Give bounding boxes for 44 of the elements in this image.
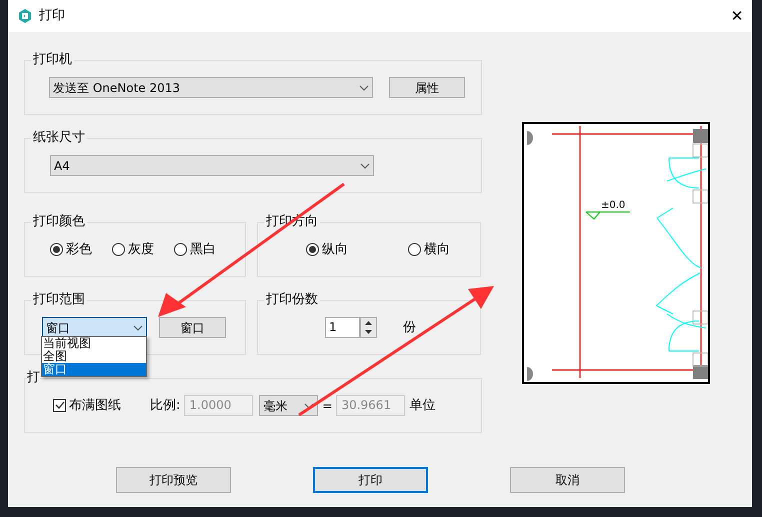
paper-size-dropdown[interactable]: A4	[50, 155, 374, 176]
radio-button[interactable]	[174, 243, 187, 256]
radio-label: 纵向	[322, 240, 348, 259]
group-label: 打印份数	[264, 292, 320, 308]
close-button[interactable]: ✕	[726, 5, 748, 27]
radio-button[interactable]	[306, 243, 319, 256]
group-label: 打印机	[31, 52, 74, 68]
group-label: 纸张尺寸	[31, 130, 87, 146]
dialog-button[interactable]: 打印	[313, 467, 428, 493]
dropdown-option[interactable]: 当前视图	[42, 337, 146, 350]
elevation-label: ±0.0	[601, 200, 626, 211]
radio-button[interactable]	[112, 243, 125, 256]
ratio-label: 比例:	[150, 396, 180, 415]
dropdown-option[interactable]: 窗口	[42, 363, 146, 376]
group-label: 打印范围	[31, 292, 87, 308]
copies-unit: 份	[403, 318, 416, 337]
radio-label: 灰度	[128, 240, 154, 259]
properties-button[interactable]: 属性	[389, 77, 465, 98]
equals-sign: =	[322, 398, 332, 414]
group-label: 打印颜色	[31, 214, 87, 230]
fit-label: 布满图纸	[69, 396, 121, 415]
chevron-icon	[359, 84, 369, 90]
chevron-icon	[360, 162, 370, 168]
radio-button[interactable]	[408, 243, 421, 256]
radio-label: 横向	[424, 240, 450, 259]
copies-spinner[interactable]	[360, 317, 377, 338]
chevron-icon	[133, 324, 143, 330]
chevron-icon	[304, 402, 314, 408]
app-logo-icon	[17, 8, 33, 24]
radio-label: 彩色	[66, 240, 92, 259]
group-label: 打	[27, 370, 40, 386]
dialog-button[interactable]: 取消	[510, 467, 625, 493]
units-label: 单位	[409, 396, 436, 415]
radio-button[interactable]	[50, 243, 63, 256]
range-dropdown[interactable]: 窗口	[42, 317, 147, 338]
dialog-button[interactable]: 打印预览	[116, 467, 231, 493]
unit-dropdown[interactable]: 毫米	[259, 395, 318, 416]
window-select-button[interactable]: 窗口	[159, 317, 226, 338]
copies-field[interactable]: 1	[325, 317, 360, 338]
dropdown-option[interactable]: 全图	[42, 350, 146, 363]
printer-dropdown[interactable]: 发送至 OneNote 2013	[49, 77, 373, 98]
radio-label: 黑白	[190, 240, 216, 259]
window-title: 打印	[39, 7, 65, 26]
fit-checkbox[interactable]	[53, 399, 66, 412]
